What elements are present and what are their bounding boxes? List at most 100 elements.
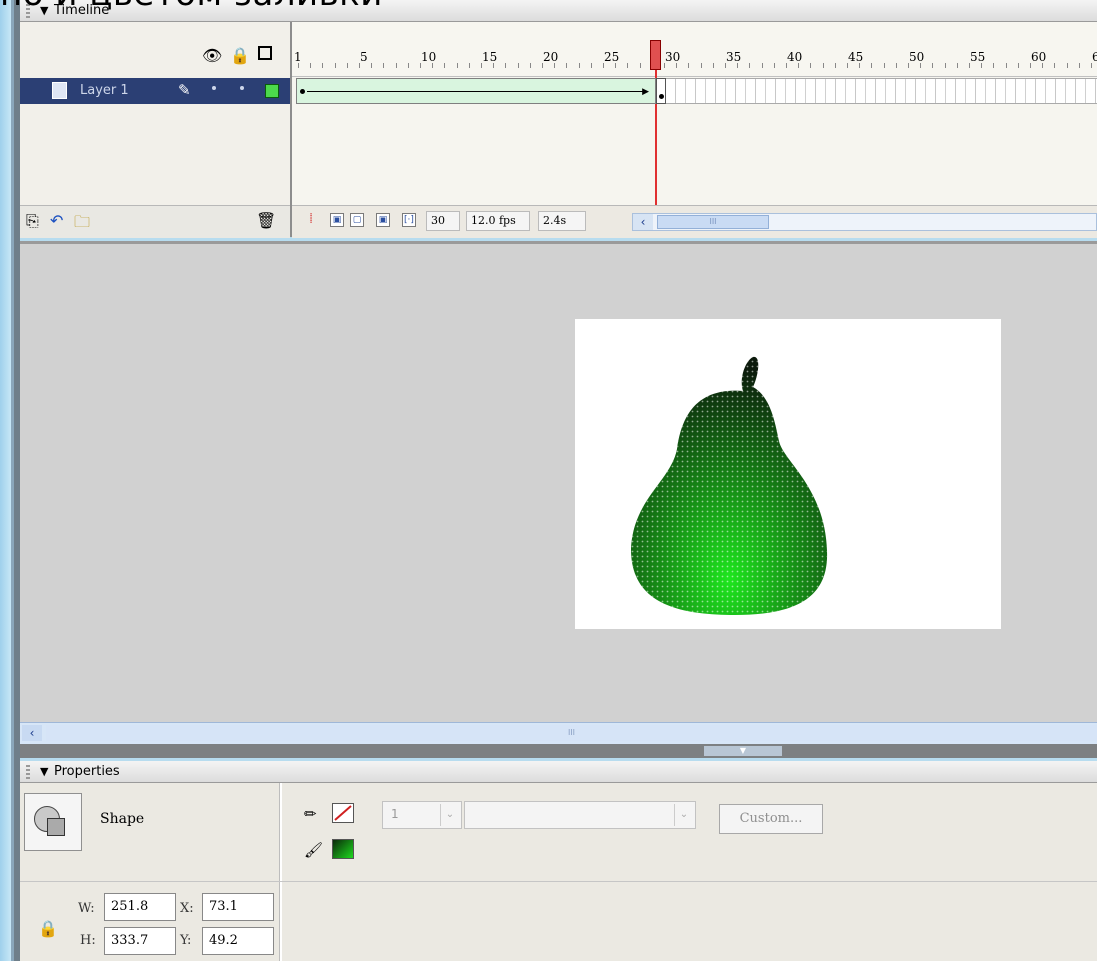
visibility-dot[interactable] — [212, 86, 216, 90]
motion-tween-span[interactable]: ▶ — [296, 78, 656, 104]
ruler-tick — [920, 63, 922, 68]
x-label: X: — [180, 901, 194, 916]
stage-area[interactable] — [20, 241, 1097, 722]
horizontal-divider — [20, 881, 1097, 882]
vertical-divider — [279, 783, 282, 961]
properties-panel: Shape ✏ 🖌 1 ⌄ ⌄ Custom... 🔒 W: 251.8 X: … — [20, 783, 1097, 961]
ruler-label: 10 — [421, 50, 437, 64]
height-field[interactable]: 333.7 — [104, 927, 176, 955]
chevron-down-icon[interactable]: ⌄ — [674, 804, 693, 826]
ruler-label: 55 — [970, 50, 986, 64]
ruler-tick — [322, 63, 324, 68]
outline-color-square[interactable] — [265, 84, 279, 98]
playhead[interactable] — [650, 40, 661, 70]
stroke-color-swatch[interactable] — [332, 803, 354, 823]
chevron-down-icon[interactable]: ⌄ — [440, 804, 459, 826]
ruler-tick — [590, 63, 592, 68]
end-keyframe[interactable] — [656, 78, 666, 104]
overlay-caption: но и цветом заливки — [0, 0, 383, 14]
ruler-label: 40 — [787, 50, 803, 64]
ruler-label: 20 — [543, 50, 559, 64]
ruler-tick — [1030, 63, 1031, 68]
x-field[interactable]: 73.1 — [202, 893, 274, 921]
timeline-scrollbar[interactable]: ‹ III — [632, 213, 1097, 231]
layer-header-icons: 👁 🔒 — [20, 22, 290, 76]
frame-rate: 12.0 fps — [466, 211, 530, 231]
height-label: H: — [80, 933, 96, 948]
onion-skin-icon[interactable]: ▣ — [330, 213, 344, 227]
ruler-label: 35 — [726, 50, 742, 64]
lock-icon[interactable]: 🔒 — [230, 46, 250, 65]
ruler-tick — [468, 63, 470, 68]
ruler-label: 50 — [909, 50, 925, 64]
ruler-tick — [1017, 63, 1019, 68]
ruler-tick — [712, 63, 714, 68]
stage-scroll-thumb[interactable]: III — [46, 725, 1097, 741]
elapsed-time: 2.4s — [538, 211, 586, 231]
ruler-tick — [615, 63, 617, 68]
ruler-label: 30 — [665, 50, 681, 64]
layer-row[interactable]: Layer 1 ✎ — [20, 78, 290, 104]
ruler-tick — [725, 63, 726, 68]
empty-frames[interactable] — [666, 78, 1097, 104]
y-field[interactable]: 49.2 — [202, 927, 274, 955]
outline-icon[interactable] — [258, 46, 272, 60]
ruler-tick — [1054, 63, 1056, 68]
center-frame-icon[interactable]: ⸽ — [304, 213, 318, 227]
stage-canvas[interactable] — [575, 319, 1001, 629]
edit-multiple-frames-icon[interactable]: ▣ — [376, 213, 390, 227]
pear-shape[interactable] — [575, 319, 1001, 629]
add-motion-guide-icon[interactable]: ↶ — [50, 211, 63, 230]
ruler-tick — [834, 63, 836, 68]
properties-panel-header[interactable]: ▼ Properties — [20, 761, 1097, 783]
insert-layer-icon[interactable]: ⎘ — [26, 211, 39, 231]
ruler-tick — [371, 63, 373, 68]
ruler-tick — [603, 63, 604, 68]
fill-color-swatch[interactable] — [332, 839, 354, 859]
splitter-knob-icon[interactable]: ▼ — [704, 746, 782, 756]
ruler-tick — [664, 63, 665, 68]
layers-column: 👁 🔒 Layer 1 ✎ ⎘ ↶ 🗀 🗑 — [20, 22, 292, 238]
modify-onion-markers-icon[interactable]: [·] — [402, 213, 416, 227]
ruler-tick — [566, 63, 568, 68]
ruler-label: 1 — [294, 50, 302, 64]
grip-icon[interactable] — [26, 765, 30, 779]
start-keyframe[interactable] — [300, 89, 305, 94]
layer-frames[interactable]: ▶ — [292, 78, 1097, 104]
stroke-width-field[interactable]: 1 ⌄ — [382, 801, 462, 829]
onion-outline-icon[interactable]: ▢ — [350, 213, 364, 227]
trash-icon[interactable]: 🗑 — [256, 211, 276, 230]
layer-name: Layer 1 — [80, 83, 129, 98]
ruler-label: 65 — [1092, 50, 1097, 64]
width-field[interactable]: 251.8 — [104, 893, 176, 921]
collapse-triangle-icon[interactable]: ▼ — [40, 765, 48, 778]
stroke-style-select[interactable]: ⌄ — [464, 801, 696, 829]
stroke-color-pencil-icon: ✏ — [304, 805, 317, 823]
ruler-tick — [969, 63, 970, 68]
frames-area[interactable]: 15101520253035404550556065 ▶ ⸽ ▣ ▢ ▣ [·]… — [292, 22, 1097, 238]
shape-type-icon — [24, 793, 82, 851]
frame-ruler[interactable]: 15101520253035404550556065 — [292, 22, 1097, 77]
ruler-tick — [981, 63, 983, 68]
ruler-tick — [481, 63, 482, 68]
stage-scrollbar[interactable]: ‹ III — [20, 722, 1097, 744]
stage-scroll-left-icon[interactable]: ‹ — [22, 725, 42, 741]
ruler-tick — [1005, 63, 1007, 68]
eye-icon[interactable]: 👁 — [202, 46, 222, 65]
custom-stroke-button[interactable]: Custom... — [719, 804, 823, 834]
scroll-thumb[interactable]: III — [657, 215, 769, 229]
lock-dot[interactable] — [240, 86, 244, 90]
ruler-tick — [627, 63, 629, 68]
stroke-width-value: 1 — [391, 807, 399, 821]
pencil-icon: ✎ — [178, 81, 191, 99]
ruler-tick — [456, 63, 458, 68]
lock-aspect-icon[interactable]: 🔒 — [38, 919, 58, 938]
panel-splitter[interactable]: ▼ — [20, 744, 1097, 758]
ruler-tick — [932, 63, 934, 68]
insert-folder-icon[interactable]: 🗀 — [74, 211, 90, 238]
ruler-tick — [786, 63, 787, 68]
layer-icon — [52, 82, 67, 99]
scroll-left-icon[interactable]: ‹ — [633, 214, 653, 230]
ruler-label: 45 — [848, 50, 864, 64]
current-frame: 30 — [426, 211, 460, 231]
